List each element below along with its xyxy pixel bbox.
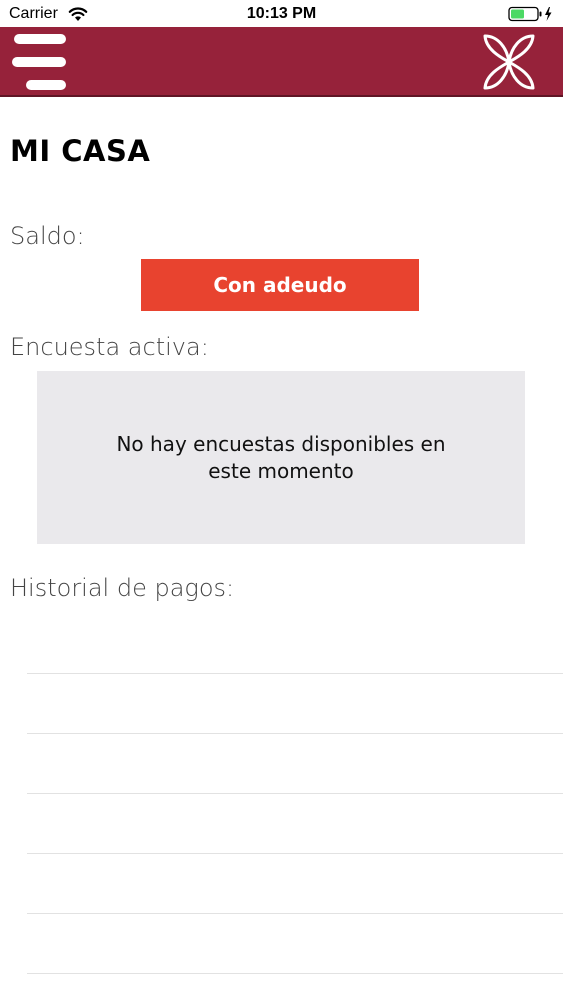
list-item[interactable]: [27, 854, 563, 914]
list-item[interactable]: [27, 794, 563, 854]
app-header: [0, 27, 563, 97]
survey-empty-message: No hay encuestas disponibles en este mom…: [116, 431, 446, 483]
hamburger-menu-icon[interactable]: [12, 33, 68, 91]
balance-status-button[interactable]: Con adeudo: [141, 259, 419, 311]
list-item[interactable]: [27, 614, 563, 674]
status-time: 10:13 PM: [246, 5, 317, 22]
active-survey-label: Encuesta activa:: [10, 333, 209, 361]
payment-history-list: [27, 614, 563, 974]
butterfly-logo-icon: [483, 34, 535, 90]
list-item[interactable]: [27, 734, 563, 794]
status-bar: Carrier 10:13 PM: [0, 0, 563, 27]
payment-history-label: Historial de pagos:: [10, 574, 235, 602]
survey-panel: No hay encuestas disponibles en este mom…: [37, 371, 525, 544]
page-title: MI CASA: [10, 134, 151, 168]
balance-label: Saldo:: [10, 222, 85, 250]
list-item[interactable]: [27, 674, 563, 734]
battery-charging-icon: [508, 6, 552, 22]
list-item[interactable]: [27, 914, 563, 974]
